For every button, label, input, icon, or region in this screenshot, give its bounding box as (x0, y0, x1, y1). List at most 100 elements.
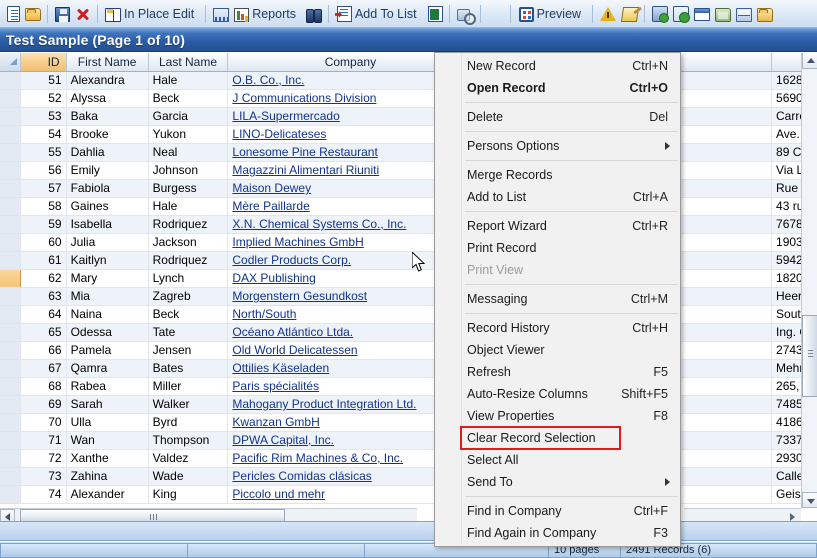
column-header-id[interactable]: ID (20, 53, 67, 72)
company-link[interactable]: Magazzini Alimentari Riuniti (232, 163, 379, 177)
company-link[interactable]: J Communications Division (232, 91, 376, 105)
menu-item-delete[interactable]: Delete Del (435, 106, 680, 128)
company-link[interactable]: X.N. Chemical Systems Co., Inc. (232, 217, 406, 231)
company-link[interactable]: Mahogany Product Integration Ltd. (232, 397, 416, 411)
company-link[interactable]: Codler Products Corp. (232, 253, 351, 267)
table-row[interactable]: 51AlexandraHaleO.B. Co., Inc.1628 South … (0, 71, 817, 90)
row-selector-cell[interactable] (0, 449, 21, 468)
toolbar-button-report[interactable] (210, 2, 231, 26)
table-row[interactable]: 68RabeaMillerParis spécialités265, boule… (0, 377, 817, 396)
row-selector-cell[interactable] (0, 107, 21, 126)
menu-item-add-to-list[interactable]: Add to List Ctrl+A (435, 186, 680, 208)
menu-item-report-wizard[interactable]: Report Wizard Ctrl+R (435, 215, 680, 237)
table-row[interactable]: 55DahliaNealLonesome Pine Restaurant89 C… (0, 143, 817, 162)
column-header-last-name[interactable]: Last Name (148, 53, 229, 72)
grid-vertical-scrollbar[interactable] (801, 53, 817, 508)
toolbar-button-in-place-edit[interactable]: In Place Edit (102, 2, 201, 26)
menu-item-view-properties[interactable]: View Properties F8 (435, 405, 680, 427)
row-selector-cell[interactable] (0, 359, 21, 378)
row-selector-cell[interactable] (0, 215, 21, 234)
toolbar-button-add-object[interactable] (649, 2, 670, 26)
row-selector-cell[interactable] (0, 323, 21, 342)
company-link[interactable]: Lonesome Pine Restaurant (232, 145, 377, 159)
company-link[interactable]: DAX Publishing (232, 271, 315, 285)
toolbar-button-edit-pencil[interactable] (619, 2, 640, 26)
company-link[interactable]: Mère Paillarde (232, 199, 309, 213)
toolbar-button-preview-search[interactable] (454, 2, 476, 26)
menu-item-messaging[interactable]: Messaging Ctrl+M (435, 288, 680, 310)
table-row[interactable]: 71WanThompsonDPWA Capital, Inc.7337 Sout… (0, 431, 817, 450)
toolbar-button-delete[interactable] (72, 2, 93, 26)
menu-item-send-to[interactable]: Send To (435, 471, 680, 493)
toolbar-button-refresh[interactable] (485, 2, 506, 26)
company-link[interactable]: DPWA Capital, Inc. (232, 433, 334, 447)
menu-item-new-record[interactable]: New Record Ctrl+N (435, 55, 680, 77)
table-row[interactable]: 69 Sarah Walker Mahogany Product Integratio… (0, 395, 817, 414)
toolbar-button-add-to-list[interactable]: Add To List (333, 2, 424, 26)
scroll-up-button[interactable] (802, 53, 817, 69)
toolbar-button-add-record[interactable] (670, 2, 691, 26)
menu-item-object-viewer[interactable]: Object Viewer (435, 339, 680, 361)
toolbar-button-folder[interactable] (754, 2, 775, 26)
table-row[interactable]: 70UllaByrdKwanzan GmbH4186 Market Street (0, 413, 817, 432)
row-selector-cell[interactable] (0, 467, 21, 486)
row-selector-cell[interactable] (0, 161, 21, 180)
company-link[interactable]: Pacific Rim Machines & Co, Inc. (232, 451, 403, 465)
toolbar-button-mail-window[interactable] (733, 2, 754, 26)
company-link[interactable]: Implied Machines GmbH (232, 235, 363, 249)
row-selector-cell[interactable] (0, 233, 21, 252)
menu-item-print-record[interactable]: Print Record (435, 237, 680, 259)
toolbar-button-new-document[interactable] (3, 2, 22, 26)
column-header-first-name[interactable]: First Name (66, 53, 149, 72)
menu-item-select-all[interactable]: Select All (435, 449, 680, 471)
toolbar-button-open-folder[interactable] (22, 2, 43, 26)
row-selector-cell[interactable] (0, 377, 21, 396)
row-selector-cell[interactable] (0, 197, 21, 216)
menu-item-open-record[interactable]: Open Record Ctrl+O (435, 77, 680, 99)
table-row[interactable]: 59 Isabella Rodriquez X.N. Chemical Systems… (0, 215, 817, 234)
table-row[interactable]: 63 Mia Zagreb Morgenstern Gesundkost Heerstr… (0, 287, 817, 306)
menu-item-auto-resize-columns[interactable]: Auto-Resize Columns Shift+F5 (435, 383, 680, 405)
table-row[interactable]: 74AlexanderKingPiccolo und mehrGeislweg … (0, 485, 817, 504)
row-selector-cell[interactable] (0, 341, 21, 360)
company-link[interactable]: Piccolo und mehr (232, 487, 325, 501)
record-context-menu[interactable]: New Record Ctrl+N Open Record Ctrl+O Delete D… (434, 52, 681, 547)
menu-item-find-again-in-company[interactable]: Find Again in Company F3 (435, 522, 680, 544)
company-link[interactable]: O.B. Co., Inc. (232, 73, 304, 87)
toolbar-button-open-green-folder[interactable] (712, 2, 733, 26)
table-row[interactable]: 65OdessaTateOcéano Atlántico Ltda.Ing. G… (0, 323, 817, 342)
table-row[interactable]: 60 Julia Jackson Implied Machines GmbH 1903 … (0, 233, 817, 252)
table-row[interactable]: 52 Alyssa Beck J Communications Division 569… (0, 89, 817, 108)
row-selector-cell[interactable] (0, 287, 21, 306)
toolbar-button-save[interactable] (52, 2, 72, 26)
row-selector-cell[interactable] (0, 485, 21, 504)
company-link[interactable]: LINO-Delicateses (232, 127, 326, 141)
row-selector-cell[interactable] (0, 251, 21, 270)
menu-item-clear-record-selection[interactable]: Clear Record Selection (460, 426, 621, 450)
row-selector-cell[interactable] (0, 395, 21, 414)
table-row[interactable]: 57FabiolaBurgessMaison DeweyRue Joseph-B… (0, 179, 817, 198)
table-row[interactable]: 61 Kaitlyn Rodriquez Codler Products Corp. 5… (0, 251, 817, 270)
company-link[interactable]: Kwanzan GmbH (232, 415, 319, 429)
menu-item-find-in-company[interactable]: Find in Company Ctrl+F (435, 500, 680, 522)
toolbar-button-export-excel[interactable] (424, 2, 445, 26)
row-selector-cell[interactable] (0, 431, 21, 450)
row-selector-cell[interactable] (0, 179, 21, 198)
row-selector-cell[interactable] (0, 71, 21, 90)
grid-viewport[interactable]: ID First Name Last Name Company Ad 51Ale… (0, 53, 817, 508)
table-row[interactable]: 54BrookeYukonLINO-DelicatesesAve. 5 de M… (0, 125, 817, 144)
menu-item-refresh[interactable]: Refresh F5 (435, 361, 680, 383)
table-row[interactable]: 56 Emily Johnson Magazzini Alimentari Riuni… (0, 161, 817, 180)
company-link[interactable]: North/South (232, 307, 296, 321)
row-selector-cell[interactable] (0, 305, 21, 324)
row-selector-cell[interactable] (0, 89, 21, 108)
table-row[interactable]: 73 Zahina Wade Pericles Comidas clásicas Cal… (0, 467, 817, 486)
toolbar-button-preview-grid[interactable]: Preview (515, 2, 588, 26)
row-selector-cell[interactable] (0, 125, 21, 144)
table-row[interactable]: 53BakaGarciaLILA-SupermercadoCarrera 52 … (0, 107, 817, 126)
menu-item-persons-options[interactable]: Persons Options (435, 135, 680, 157)
table-row[interactable]: 67QamraBatesOttilies KäseladenMehrheimer… (0, 359, 817, 378)
menu-item-merge-records[interactable]: Merge Records (435, 164, 680, 186)
toolbar-button-warning[interactable] (597, 2, 619, 26)
company-link[interactable]: Océano Atlántico Ltda. (232, 325, 353, 339)
